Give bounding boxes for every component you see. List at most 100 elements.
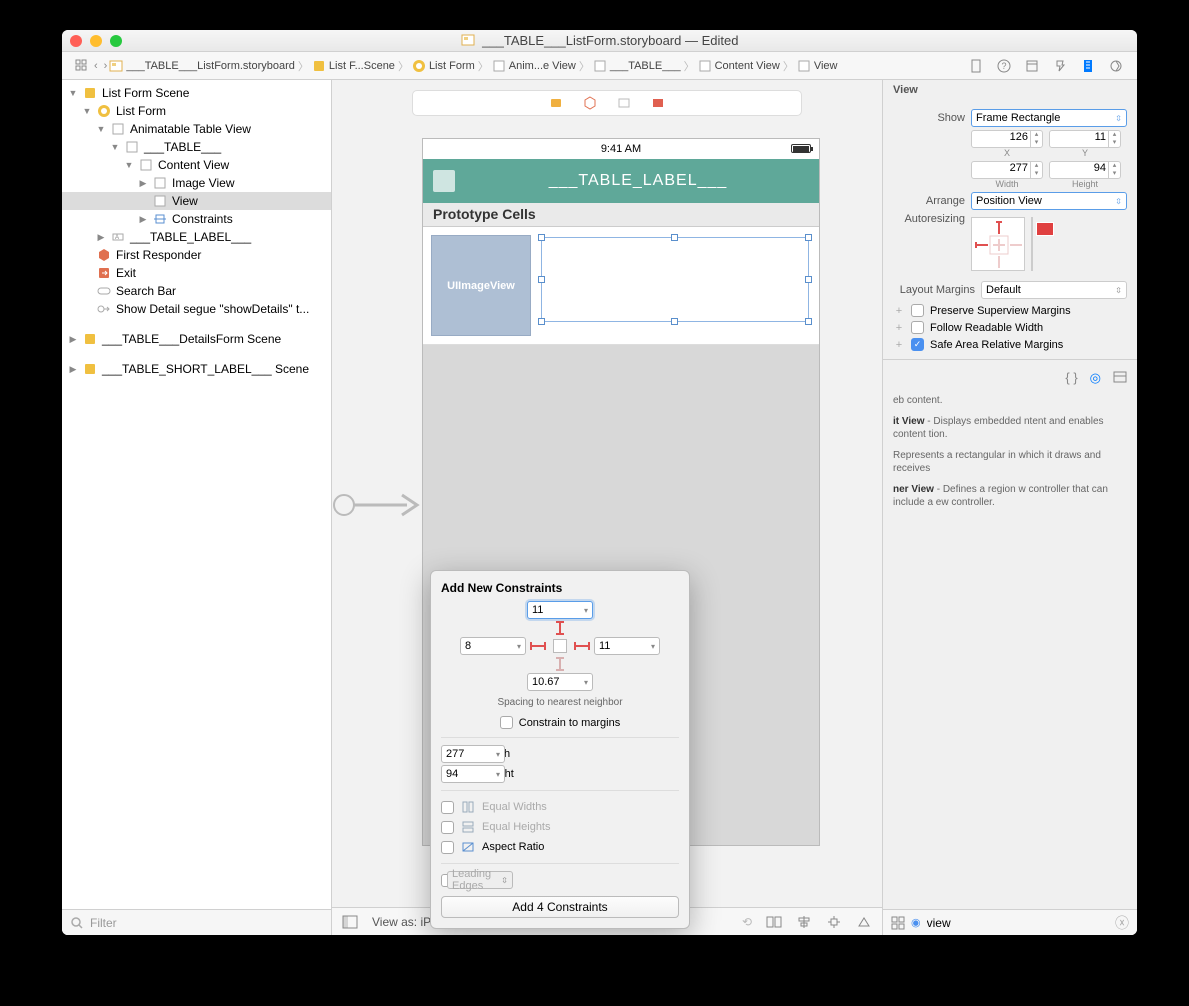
back-button[interactable]: ‹ — [94, 60, 98, 72]
breadcrumb-item[interactable]: ___TABLE___ — [591, 59, 683, 73]
resize-handle[interactable] — [671, 318, 678, 325]
pin-icon[interactable] — [826, 915, 842, 929]
adjust-icon[interactable] — [651, 96, 665, 110]
outline-row[interactable]: ▼List Form — [62, 102, 331, 120]
stack-icon[interactable] — [549, 96, 563, 110]
disclosure-triangle[interactable]: ▼ — [96, 124, 106, 134]
clear-filter-icon[interactable]: ⓧ — [1115, 913, 1129, 933]
interface-builder-canvas[interactable]: 9:41 AM ___TABLE_LABEL___ Prototype Cell… — [332, 80, 882, 935]
resize-handle[interactable] — [538, 234, 545, 241]
breadcrumb-item[interactable]: ___TABLE___ListForm.storyboard — [107, 59, 297, 73]
width-field[interactable]: 277▴▾ — [971, 161, 1043, 179]
library-item[interactable]: ner View - Defines a region w controller… — [893, 479, 1127, 513]
lib-tab-3[interactable] — [1113, 370, 1127, 386]
file-inspector-icon[interactable] — [969, 59, 983, 73]
outline-row[interactable]: ▶Constraints — [62, 210, 331, 228]
rect-icon[interactable] — [617, 96, 631, 110]
library-item[interactable]: it View - Displays embedded ntent and en… — [893, 411, 1127, 445]
grid-view-icon[interactable] — [891, 916, 905, 930]
outline-row[interactable]: ▼___TABLE___ — [62, 138, 331, 156]
size-inspector-icon[interactable] — [1081, 59, 1095, 73]
equal-heights-checkbox[interactable] — [441, 821, 454, 834]
constrain-margins-checkbox[interactable] — [500, 716, 513, 729]
cube-icon[interactable] — [583, 96, 597, 110]
y-field[interactable]: 11▴▾ — [1049, 130, 1121, 148]
breadcrumb-item[interactable]: View — [795, 59, 840, 73]
top-spacing-field[interactable]: 11▾ — [527, 601, 593, 619]
disclosure-triangle[interactable]: ▼ — [124, 160, 134, 170]
breadcrumb-item[interactable]: Content View — [696, 59, 782, 73]
bottom-strut[interactable] — [559, 657, 561, 671]
outline-row[interactable]: View — [62, 192, 331, 210]
outline-row[interactable]: Exit — [62, 264, 331, 282]
breadcrumb-item[interactable]: List Form — [410, 59, 477, 73]
height-value-field[interactable]: 94▾ — [441, 765, 505, 783]
disclosure-triangle[interactable]: ▼ — [68, 88, 78, 98]
bottom-spacing-field[interactable]: 10.67▾ — [527, 673, 593, 691]
disclosure-triangle[interactable]: ▶ — [68, 364, 78, 375]
lib-tab-2[interactable]: ◎ — [1090, 370, 1101, 386]
resize-handle[interactable] — [805, 318, 812, 325]
show-select[interactable]: Frame Rectangle⇳ — [971, 109, 1127, 127]
disclosure-triangle[interactable]: ▶ — [138, 214, 148, 225]
disclosure-triangle[interactable]: ▼ — [110, 142, 120, 152]
breadcrumb-item[interactable]: Anim...e View — [490, 59, 578, 73]
outline-row[interactable]: First Responder — [62, 246, 331, 264]
update-frames-icon[interactable]: ⟲ — [742, 915, 752, 929]
aspect-ratio-checkbox[interactable] — [441, 841, 454, 854]
right-spacing-field[interactable]: 11▾ — [594, 637, 660, 655]
top-strut[interactable] — [559, 621, 561, 635]
outline-row[interactable]: ▶A___TABLE_LABEL___ — [62, 228, 331, 246]
outline-row[interactable]: Show Detail segue "showDetails" t... — [62, 300, 331, 318]
outline-row[interactable]: Search Bar — [62, 282, 331, 300]
equal-widths-checkbox[interactable] — [441, 801, 454, 814]
library-filter-input[interactable] — [927, 916, 1109, 930]
align-icon[interactable] — [796, 915, 812, 929]
resize-handle[interactable] — [805, 276, 812, 283]
margin-checkbox[interactable] — [911, 304, 924, 317]
attributes-inspector-icon[interactable] — [1053, 59, 1067, 73]
disclosure-triangle[interactable]: ▶ — [68, 334, 78, 345]
resize-handle[interactable] — [805, 234, 812, 241]
layout-margins-select[interactable]: Default⇳ — [981, 281, 1127, 299]
disclosure-triangle[interactable]: ▼ — [82, 106, 92, 116]
height-field[interactable]: 94▴▾ — [1049, 161, 1121, 179]
resize-handle[interactable] — [671, 234, 678, 241]
left-strut[interactable] — [530, 645, 546, 647]
outline-row[interactable]: ▼List Form Scene — [62, 84, 331, 102]
margin-checkbox[interactable] — [911, 321, 924, 334]
outline-row[interactable]: ▶___TABLE___DetailsForm Scene — [62, 330, 331, 348]
autoresizing-control[interactable] — [971, 217, 1025, 271]
width-value-field[interactable]: 277▾ — [441, 745, 505, 763]
connections-inspector-icon[interactable] — [1109, 59, 1123, 73]
resize-handle[interactable] — [538, 276, 545, 283]
outline-row[interactable]: ▼Animatable Table View — [62, 120, 331, 138]
resize-handle[interactable] — [538, 318, 545, 325]
selected-view[interactable] — [541, 237, 809, 322]
align-value-field[interactable]: Leading Edges⇳ — [447, 871, 513, 889]
related-items-icon[interactable] — [74, 58, 90, 74]
scope-icon[interactable]: ◉ — [911, 916, 921, 929]
x-field[interactable]: 126▴▾ — [971, 130, 1043, 148]
outline-row[interactable]: ▼Content View — [62, 156, 331, 174]
disclosure-triangle[interactable]: ▶ — [96, 232, 106, 243]
disclosure-triangle[interactable]: ▶ — [138, 178, 148, 189]
margin-checkbox[interactable]: ✓ — [911, 338, 924, 351]
outline-filter[interactable]: Filter — [62, 909, 331, 935]
library-item[interactable]: eb content. — [893, 390, 1127, 411]
left-spacing-field[interactable]: 8▾ — [460, 637, 526, 655]
add-constraints-button[interactable]: Add 4 Constraints — [441, 896, 679, 918]
outline-toggle-icon[interactable] — [342, 915, 358, 929]
library-item[interactable]: Represents a rectangular in which it dra… — [893, 445, 1127, 479]
outline-row[interactable]: ▶___TABLE_SHORT_LABEL___ Scene — [62, 360, 331, 378]
arrange-select[interactable]: Position View⇳ — [971, 192, 1127, 210]
breadcrumb-item[interactable]: List F...Scene — [310, 59, 397, 73]
outline-label: Search Bar — [116, 284, 176, 298]
lib-tab-1[interactable]: { } — [1065, 370, 1077, 386]
identity-inspector-icon[interactable] — [1025, 59, 1039, 73]
embed-icon[interactable] — [766, 915, 782, 929]
resolve-icon[interactable] — [856, 915, 872, 929]
outline-row[interactable]: ▶Image View — [62, 174, 331, 192]
help-inspector-icon[interactable]: ? — [997, 59, 1011, 73]
right-strut[interactable] — [574, 645, 590, 647]
